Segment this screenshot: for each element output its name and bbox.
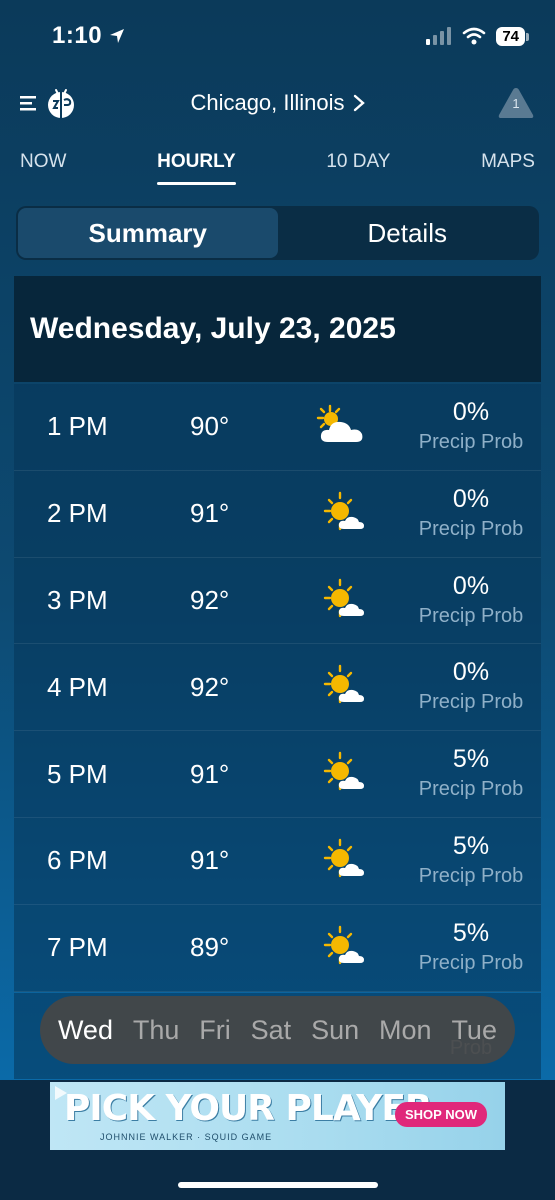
day-mon[interactable]: Mon bbox=[379, 1015, 432, 1046]
mostly-sunny-icon bbox=[323, 838, 364, 878]
hourly-row[interactable]: 1 PM 90° 0% Precip Prob bbox=[14, 384, 541, 471]
hourly-row[interactable]: 5 PM 91° 5% Precip Prob bbox=[14, 731, 541, 818]
date-heading: Wednesday, July 23, 2025 bbox=[14, 276, 541, 382]
temperature: 91° bbox=[190, 498, 230, 529]
precip-probability: 0% Precip Prob bbox=[411, 485, 531, 541]
day-wed[interactable]: Wed bbox=[58, 1015, 113, 1046]
day-picker: Wed Thu Fri Sat Sun Mon Tue bbox=[40, 996, 515, 1064]
hourly-row[interactable]: 4 PM 92° 0% Precip Prob bbox=[14, 644, 541, 732]
segment-summary[interactable]: Summary bbox=[18, 208, 278, 258]
partly-cloudy-icon bbox=[316, 404, 363, 442]
precip-value: 0% bbox=[452, 658, 490, 687]
menu-button[interactable] bbox=[20, 86, 78, 120]
precip-probability: 0% Precip Prob bbox=[411, 572, 531, 628]
cellular-signal-icon bbox=[426, 27, 452, 45]
precip-probability: 0% Precip Prob bbox=[411, 398, 531, 454]
hour-label: 1 PM bbox=[47, 411, 108, 442]
tab-10-day[interactable]: 10 DAY bbox=[326, 143, 390, 181]
tab-hourly[interactable]: HOURLY bbox=[157, 143, 237, 185]
hour-label: 7 PM bbox=[47, 932, 108, 963]
hour-label: 2 PM bbox=[47, 498, 108, 529]
hourly-row[interactable]: 2 PM 91° 0% Precip Prob bbox=[14, 470, 541, 558]
precip-value: 0% bbox=[452, 484, 490, 513]
hour-label: 6 PM bbox=[47, 845, 108, 876]
weatherbug-logo-icon bbox=[48, 89, 74, 118]
temperature: 91° bbox=[190, 758, 230, 789]
precip-value: 5% bbox=[452, 918, 490, 947]
temperature: 92° bbox=[190, 584, 230, 615]
tab-now[interactable]: NOW bbox=[20, 143, 66, 181]
location-name[interactable]: Chicago, Illinois bbox=[190, 90, 344, 116]
precip-value: 0% bbox=[452, 571, 490, 600]
precip-label: Precip Prob bbox=[418, 517, 524, 540]
location-arrow-icon bbox=[110, 29, 125, 43]
mostly-sunny-icon bbox=[323, 578, 364, 617]
day-sat[interactable]: Sat bbox=[251, 1015, 292, 1046]
ad-shop-now-button[interactable]: SHOP NOW bbox=[395, 1102, 487, 1127]
precip-value: 5% bbox=[452, 831, 490, 860]
precip-label: Precip Prob bbox=[418, 951, 524, 974]
hour-label: 4 PM bbox=[47, 671, 108, 702]
precip-label: Precip Prob bbox=[418, 778, 524, 801]
ad-subtext: JOHNNIE WALKER · SQUID GAME bbox=[100, 1132, 273, 1142]
precip-probability: 5% Precip Prob bbox=[411, 919, 531, 975]
alerts-button[interactable]: 1 bbox=[497, 86, 535, 120]
ad-headline: PICK YOUR PLAYER bbox=[64, 1088, 433, 1129]
alert-count: 1 bbox=[512, 96, 520, 111]
temperature: 91° bbox=[190, 845, 230, 876]
top-nav: Chicago, Illinois 1 bbox=[0, 72, 555, 134]
mostly-sunny-icon bbox=[323, 491, 364, 530]
precip-label: Precip Prob bbox=[418, 864, 524, 887]
precip-label: Precip Prob bbox=[418, 431, 524, 453]
hourly-list: 1 PM 90° 0% Precip Prob 2 PM 91° 0% Prec… bbox=[14, 384, 541, 992]
precip-probability: 0% Precip Prob bbox=[411, 658, 531, 714]
day-thu[interactable]: Thu bbox=[133, 1015, 180, 1046]
location-selector[interactable]: Chicago, Illinois bbox=[0, 90, 555, 116]
hour-label: 5 PM bbox=[47, 758, 108, 789]
temperature: 92° bbox=[190, 671, 230, 702]
day-tue[interactable]: Tue bbox=[451, 1015, 497, 1046]
wifi-icon bbox=[463, 27, 486, 45]
temperature: 89° bbox=[190, 932, 230, 963]
temperature: 90° bbox=[190, 411, 230, 442]
status-bar: 1:10 74 bbox=[0, 0, 555, 72]
hourly-row[interactable]: 6 PM 91° 5% Precip Prob bbox=[14, 817, 541, 905]
status-time: 1:10 bbox=[52, 22, 126, 50]
precip-label: Precip Prob bbox=[418, 604, 524, 627]
chevron-right-icon bbox=[353, 94, 365, 112]
precip-value: 5% bbox=[452, 745, 490, 774]
precip-probability: 5% Precip Prob bbox=[411, 745, 531, 801]
precip-probability: 5% Precip Prob bbox=[411, 832, 531, 888]
segment-details[interactable]: Details bbox=[278, 208, 538, 258]
precip-value: 0% bbox=[452, 398, 490, 426]
summary-details-toggle: Summary Details bbox=[16, 206, 539, 260]
clock-text: 1:10 bbox=[52, 22, 103, 49]
home-indicator[interactable] bbox=[178, 1182, 378, 1188]
mostly-sunny-icon bbox=[323, 665, 364, 704]
ad-banner[interactable]: PICK YOUR PLAYER JOHNNIE WALKER · SQUID … bbox=[50, 1082, 505, 1150]
mostly-sunny-icon bbox=[323, 751, 364, 791]
main-tabs: NOW HOURLY 10 DAY MAPS bbox=[0, 134, 555, 190]
day-sun[interactable]: Sun bbox=[311, 1015, 359, 1046]
hourly-row[interactable]: 3 PM 92° 0% Precip Prob bbox=[14, 557, 541, 645]
hourly-row[interactable]: 7 PM 89° 5% Precip Prob bbox=[14, 904, 541, 992]
precip-label: Precip Prob bbox=[418, 691, 524, 714]
day-fri[interactable]: Fri bbox=[199, 1015, 230, 1046]
mostly-sunny-icon bbox=[323, 925, 364, 964]
hour-label: 3 PM bbox=[47, 584, 108, 615]
hamburger-menu-icon bbox=[20, 96, 36, 111]
battery-indicator: 74 bbox=[496, 26, 529, 46]
tab-maps[interactable]: MAPS bbox=[481, 143, 535, 181]
